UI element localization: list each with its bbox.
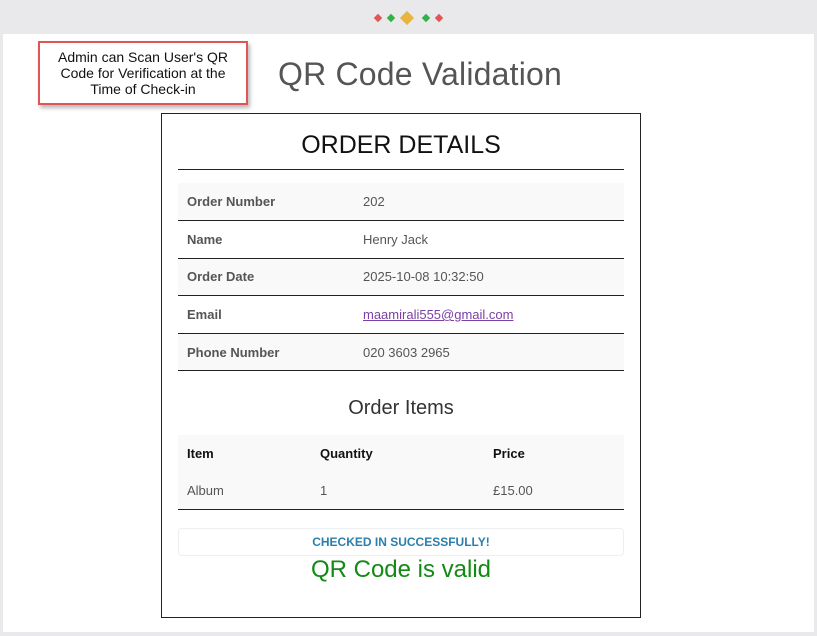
callout-text: Admin can Scan User's QR Code for Verifi… [58,49,228,97]
check-in-status-alert: CHECKED IN SUCCESSFULLY! [178,528,624,556]
phone-number-label: Phone Number [178,333,354,372]
table-row: Order Date 2025-10-08 10:32:50 [178,258,624,297]
name-label: Name [178,220,354,259]
item-price: £15.00 [484,471,624,510]
table-row: Album 1 £15.00 [178,471,624,510]
table-row: Name Henry Jack [178,220,624,259]
table-row: Phone Number 020 3603 2965 [178,333,624,372]
order-items-heading: Order Items [348,397,454,419]
email-label: Email [178,295,354,334]
table-header-row: Item Quantity Price [178,435,624,471]
order-items-table: Item Quantity Price Album 1 £15.00 [178,435,624,510]
page-title: QR Code Validation [278,56,563,92]
email-cell: maamirali555@gmail.com [354,295,624,334]
table-row: Email maamirali555@gmail.com [178,295,624,334]
top-bar [0,0,817,34]
column-header-price: Price [484,435,624,471]
annotation-callout: Admin can Scan User's QR Code for Verifi… [38,41,248,105]
item-quantity: 1 [311,471,484,510]
order-details-table: Order Number 202 Name Henry Jack Order D… [178,183,624,372]
table-row: Order Number 202 [178,183,624,222]
column-header-quantity: Quantity [311,435,484,471]
email-link[interactable]: maamirali555@gmail.com [363,307,513,322]
check-in-status-text: CHECKED IN SUCCESSFULLY! [312,535,490,549]
order-date-label: Order Date [178,258,354,297]
item-name: Album [178,471,311,510]
column-header-item: Item [178,435,311,471]
loading-dots-icon [373,11,444,25]
name-value: Henry Jack [354,220,624,259]
order-details-heading: ORDER DETAILS [301,131,501,159]
order-number-label: Order Number [178,183,354,222]
order-card: ORDER DETAILS Order Number 202 Name Henr… [161,113,641,618]
phone-number-value: 020 3603 2965 [354,333,624,372]
order-date-value: 2025-10-08 10:32:50 [354,258,624,297]
heading-divider [178,169,624,170]
order-number-value: 202 [354,183,624,222]
qr-valid-message: QR Code is valid [310,556,492,583]
